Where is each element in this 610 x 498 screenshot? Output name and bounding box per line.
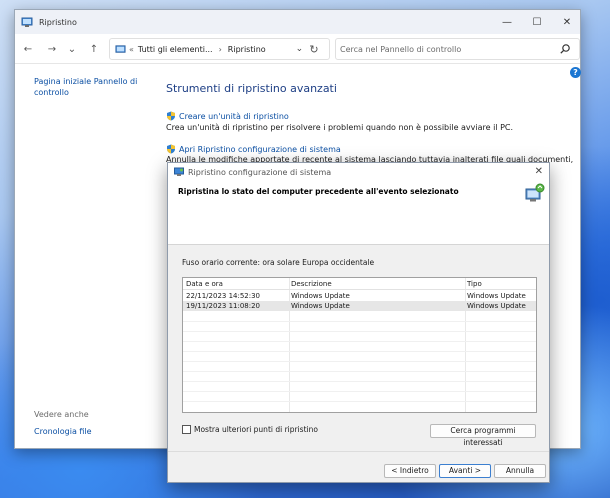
close-button[interactable]: ✕ bbox=[552, 10, 582, 34]
breadcrumb-overflow[interactable]: « bbox=[129, 45, 134, 54]
breadcrumb-separator: › bbox=[218, 44, 222, 54]
table-row[interactable]: 22/11/2023 14:52:30 Windows Update Windo… bbox=[183, 291, 536, 301]
row-description: Windows Update bbox=[291, 302, 350, 310]
address-dropdown-icon[interactable]: ⌄ bbox=[296, 44, 304, 54]
table-row[interactable]: 19/11/2023 11:08:20 Windows Update Windo… bbox=[183, 301, 536, 311]
dialog-title-bar: Ripristino configurazione di sistema ✕ bbox=[168, 163, 549, 181]
control-panel-home-link[interactable]: Pagina iniziale Pannello di controllo bbox=[34, 76, 144, 98]
search-placeholder: Cerca nel Pannello di controllo bbox=[340, 44, 462, 54]
back-arrow-icon[interactable]: ← bbox=[21, 42, 35, 56]
breadcrumb-all-items[interactable]: Tutti gli elementi... bbox=[138, 45, 213, 54]
address-row: ← → ⌄ ↑ « Tutti gli elementi... › Ripris… bbox=[15, 34, 580, 64]
page-title: Strumenti di ripristino avanzati bbox=[166, 82, 337, 95]
control-panel-icon bbox=[21, 17, 33, 27]
up-arrow-icon[interactable]: ↑ bbox=[87, 42, 101, 56]
next-button[interactable]: Avanti > bbox=[439, 464, 491, 478]
checkbox-box[interactable] bbox=[182, 425, 191, 434]
window-title: Ripristino bbox=[39, 17, 77, 27]
see-also-label: Vedere anche bbox=[34, 410, 89, 419]
column-description[interactable]: Descrizione bbox=[288, 278, 464, 289]
sort-indicator-icon: ⌃ bbox=[232, 277, 238, 283]
dialog-close-button[interactable]: ✕ bbox=[535, 166, 543, 177]
search-input[interactable]: Cerca nel Pannello di controllo bbox=[335, 38, 580, 60]
scan-affected-programs-button[interactable]: Cerca programmi interessati bbox=[430, 424, 536, 447]
cancel-button[interactable]: Annulla bbox=[494, 464, 546, 478]
control-panel-icon bbox=[115, 44, 126, 53]
row-description: Windows Update bbox=[291, 292, 350, 300]
shield-icon bbox=[167, 144, 175, 154]
row-type: Windows Update bbox=[467, 302, 526, 310]
shield-icon bbox=[167, 111, 175, 121]
timezone-label: Fuso orario corrente: ora solare Europa … bbox=[182, 258, 375, 267]
search-icon[interactable] bbox=[559, 43, 571, 55]
address-bar[interactable]: « Tutti gli elementi... › Ripristino ⌄ bbox=[109, 38, 330, 60]
breadcrumb-restore[interactable]: Ripristino bbox=[228, 45, 266, 54]
column-type[interactable]: Tipo bbox=[464, 278, 536, 289]
create-recovery-drive-label[interactable]: Creare un'unità di ripristino bbox=[179, 112, 289, 121]
refresh-icon[interactable]: ↻ bbox=[307, 42, 321, 56]
open-system-restore-link[interactable]: Apri Ripristino configurazione di sistem… bbox=[166, 144, 341, 154]
file-history-link[interactable]: Cronologia file bbox=[34, 426, 92, 437]
title-bar: Ripristino — ☐ ✕ bbox=[15, 10, 580, 34]
back-button[interactable]: < Indietro bbox=[384, 464, 436, 478]
help-icon[interactable]: ? bbox=[570, 67, 581, 78]
row-date: 22/11/2023 14:52:30 bbox=[186, 292, 261, 300]
show-more-restore-points-checkbox[interactable]: Mostra ulteriori punti di ripristino bbox=[182, 425, 318, 434]
system-restore-icon bbox=[174, 167, 184, 176]
maximize-button[interactable]: ☐ bbox=[522, 10, 552, 34]
dialog-title: Ripristino configurazione di sistema bbox=[188, 167, 332, 177]
dialog-heading: Ripristina lo stato del computer precede… bbox=[178, 187, 459, 196]
system-restore-dialog: Ripristino configurazione di sistema ✕ R… bbox=[167, 162, 550, 483]
row-type: Windows Update bbox=[467, 292, 526, 300]
open-system-restore-label[interactable]: Apri Ripristino configurazione di sistem… bbox=[179, 145, 341, 154]
show-more-label: Mostra ulteriori punti di ripristino bbox=[194, 425, 318, 434]
forward-arrow-icon[interactable]: → bbox=[45, 42, 59, 56]
create-recovery-drive-desc: Crea un'unità di ripristino per risolver… bbox=[166, 123, 514, 132]
row-date: 19/11/2023 11:08:20 bbox=[186, 302, 261, 310]
create-recovery-drive-link[interactable]: Creare un'unità di ripristino bbox=[166, 111, 289, 121]
dialog-header: Ripristina lo stato del computer precede… bbox=[168, 181, 549, 245]
minimize-button[interactable]: — bbox=[492, 10, 522, 34]
table-header: Data e ora Descrizione Tipo ⌃ bbox=[183, 278, 536, 290]
system-restore-icon bbox=[525, 183, 545, 202]
restore-points-table: Data e ora Descrizione Tipo ⌃ 22/11/2023… bbox=[182, 277, 537, 413]
recent-locations-icon[interactable]: ⌄ bbox=[65, 42, 79, 56]
